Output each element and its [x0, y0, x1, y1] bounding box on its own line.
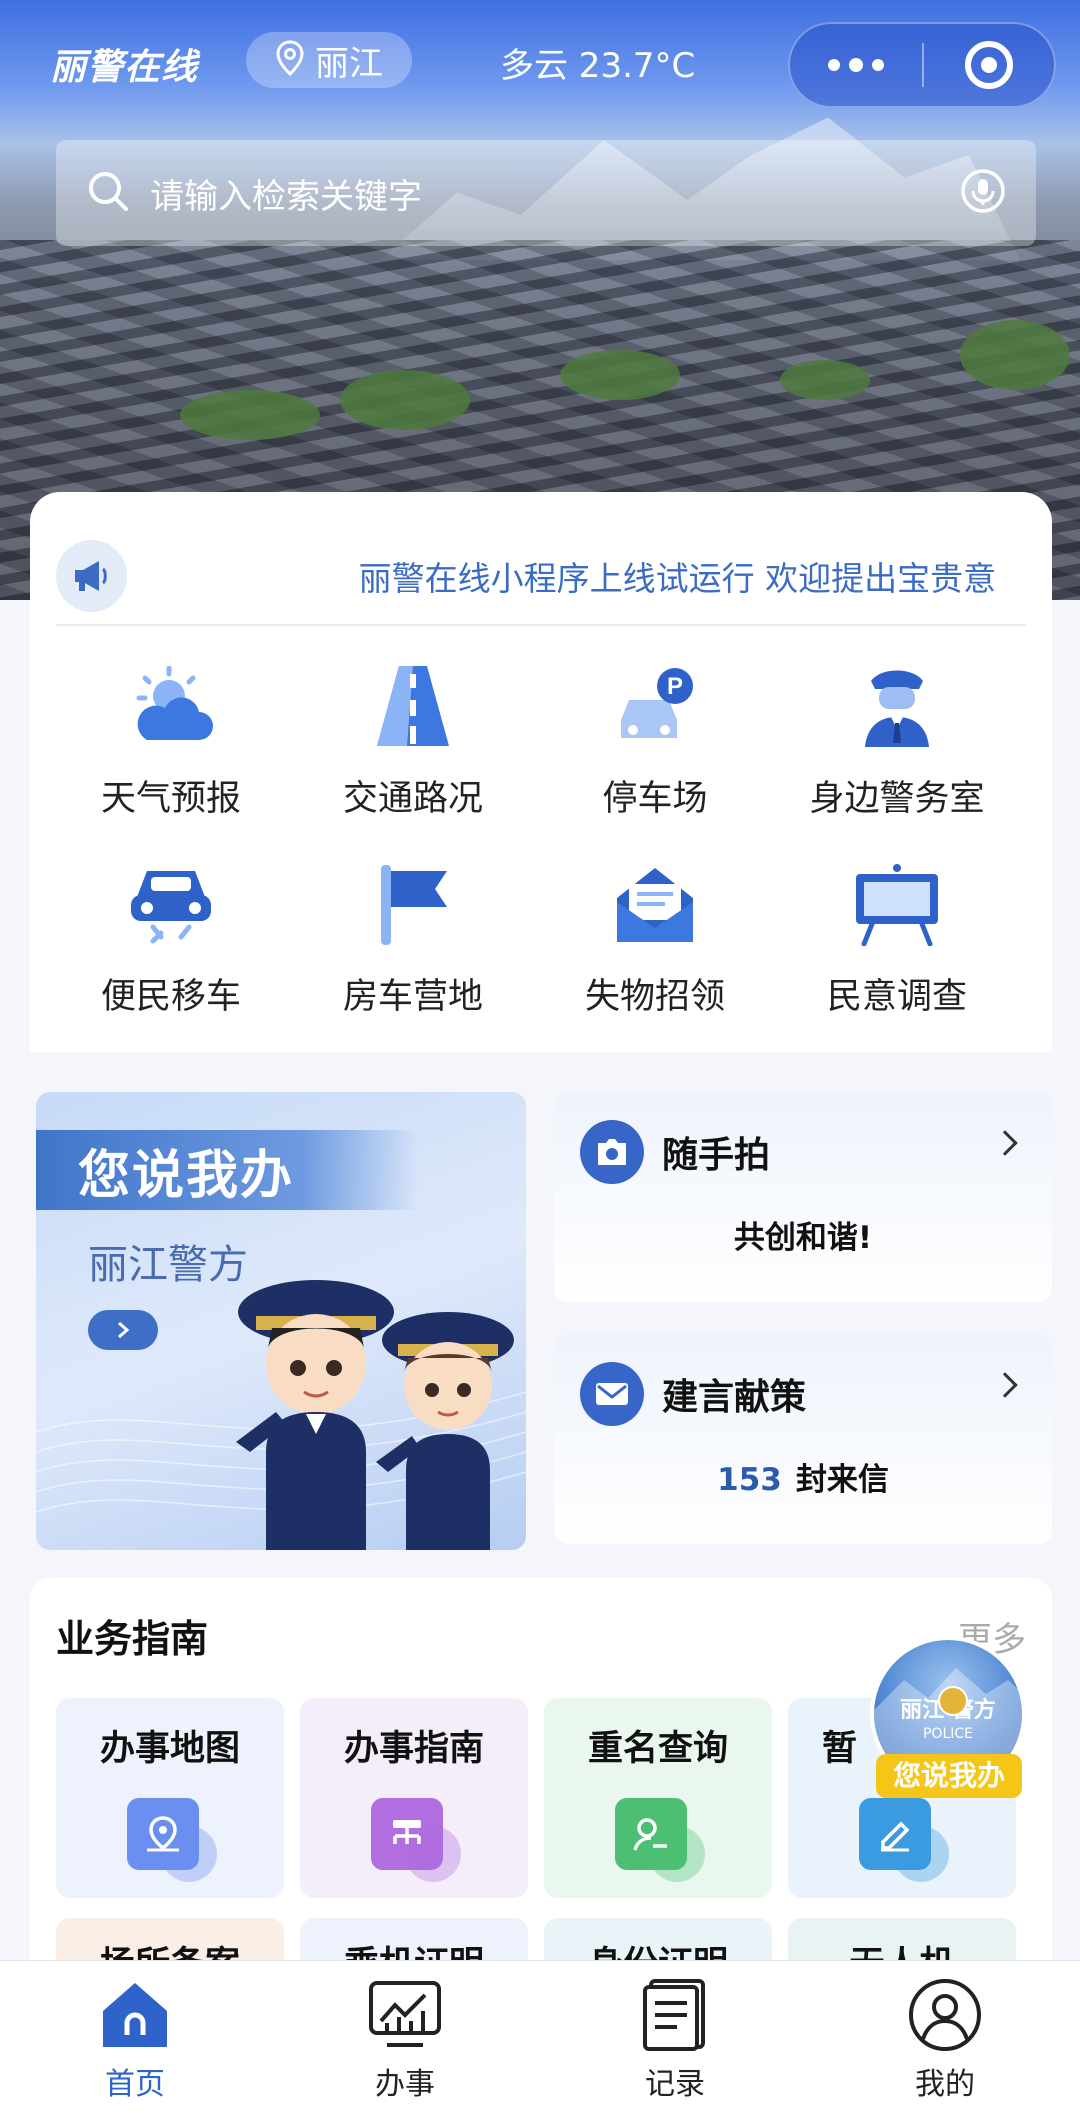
service-label: 房车营地: [342, 977, 483, 1017]
tab-home[interactable]: 首页: [0, 1961, 270, 2117]
car-icon: [125, 858, 217, 950]
guide-card-label: 办事指南: [343, 1729, 484, 1769]
tree-cluster: [560, 350, 680, 400]
search-bar[interactable]: 请输入检索关键字: [56, 140, 1036, 246]
service-label: 交通路况: [342, 779, 483, 819]
suggestion-desc: 153 封来信: [554, 1454, 1052, 1499]
tab-label: 我的: [915, 2067, 975, 2102]
service-rv-camp[interactable]: 房车营地: [292, 850, 534, 1048]
service-label: 民意调查: [826, 977, 967, 1017]
service-lost-found[interactable]: 失物招领: [534, 850, 776, 1048]
guide-card-label: 办事地图: [99, 1729, 240, 1769]
target-icon: [964, 41, 1013, 89]
snapshot-desc: 共创和谐!: [733, 1220, 873, 1256]
service-label: 失物招领: [584, 977, 725, 1017]
tab-label: 办事: [375, 2067, 435, 2102]
service-grid: 天气预报 交通路况 P 停车场 身边警务室 便民移车 房车营地 失物招领 民意调…: [30, 652, 1052, 1048]
close-miniprogram-button[interactable]: [924, 24, 1054, 106]
service-label: 身边警务室: [809, 779, 985, 819]
edit-icon: [859, 1798, 949, 1882]
service-weather[interactable]: 天气预报: [50, 652, 292, 850]
search-input[interactable]: 请输入检索关键字: [150, 169, 960, 218]
road-icon: [367, 660, 459, 752]
notice-text: 丽警在线小程序上线试运行 欢迎提出宝贵意: [358, 559, 997, 598]
svg-text:P: P: [667, 673, 683, 700]
letter-unit: 封来信: [795, 1462, 889, 1498]
dot-icon: [872, 59, 884, 71]
chevron-right-icon: [992, 1372, 1018, 1398]
police-cartoon-illustration: [236, 1280, 514, 1550]
notice-bar[interactable]: 丽警在线小程序上线试运行 欢迎提出宝贵意: [56, 536, 1026, 616]
miniprogram-capsule: [788, 22, 1056, 108]
chevron-right-icon: [118, 1321, 130, 1339]
tree-cluster: [960, 320, 1070, 390]
suggestion-title: 建言献策: [662, 1377, 807, 1418]
tree-cluster: [780, 360, 870, 400]
bottom-tabbar: 首页 办事 记录 我的: [0, 1960, 1080, 2117]
tab-services[interactable]: 办事: [270, 1961, 540, 2117]
hierarchy-icon: [371, 1798, 461, 1882]
dot-icon: [849, 58, 863, 72]
service-parking[interactable]: P 停车场: [534, 652, 776, 850]
banner-title: 您说我办: [78, 1145, 295, 1206]
weather-icon: [125, 660, 217, 752]
section-heading: 业务指南: [56, 1617, 209, 1661]
you-say-we-do-banner[interactable]: 您说我办 丽江警方: [36, 1092, 526, 1550]
snapshot-title: 随手拍: [662, 1135, 771, 1176]
document-icon: [635, 1975, 715, 2055]
flag-icon: [367, 858, 459, 950]
microphone-icon[interactable]: [960, 168, 1006, 218]
tab-label: 首页: [105, 2067, 165, 2102]
parking-icon: P: [609, 660, 701, 752]
tab-records[interactable]: 记录: [540, 1961, 810, 2117]
user-icon: [905, 1975, 985, 2055]
camera-icon: [580, 1120, 644, 1184]
banner-subtitle: 丽江警方: [88, 1242, 248, 1288]
location-pin-icon: [275, 40, 305, 80]
suggestion-card[interactable]: 建言献策 153 封来信: [554, 1334, 1052, 1544]
service-label: 停车场: [602, 779, 708, 819]
location-selector[interactable]: 丽江: [246, 32, 412, 88]
chart-board-icon: [365, 1975, 445, 2055]
home-icon: [95, 1975, 175, 2055]
guide-card-office-map[interactable]: 办事地图: [56, 1698, 284, 1898]
weather-readout: 多云 23.7°C: [500, 46, 696, 86]
floating-feedback-badge[interactable]: 丽江 警方 POLICE 您说我办: [870, 1636, 1030, 1798]
chevron-right-icon: [992, 1130, 1018, 1156]
service-survey[interactable]: 民意调查: [776, 850, 1018, 1048]
tab-label: 记录: [645, 2067, 705, 2102]
app-brand: 丽警在线: [50, 47, 199, 88]
megaphone-icon: [56, 540, 127, 612]
service-traffic[interactable]: 交通路况: [292, 652, 534, 850]
divider: [56, 624, 1026, 626]
dot-icon: [828, 59, 840, 71]
service-move-car[interactable]: 便民移车: [50, 850, 292, 1048]
banner-ribbon: 您说我办: [36, 1130, 418, 1210]
guide-card-label: 重名查询: [587, 1729, 728, 1769]
service-label: 天气预报: [100, 779, 241, 819]
service-police-station[interactable]: 身边警务室: [776, 652, 1018, 850]
tree-cluster: [180, 390, 320, 440]
search-icon: [86, 169, 130, 217]
map-pin-icon: [127, 1798, 217, 1882]
tab-profile[interactable]: 我的: [810, 1961, 1080, 2117]
letter-count: 153: [717, 1462, 782, 1498]
envelope-icon: [580, 1362, 644, 1426]
badge-tag: 您说我办: [876, 1754, 1022, 1798]
more-menu-button[interactable]: [790, 24, 922, 106]
guide-card-name-query[interactable]: 重名查询: [544, 1698, 772, 1898]
person-search-icon: [615, 1798, 705, 1882]
mail-icon: [609, 858, 701, 950]
guide-card-office-guide[interactable]: 办事指南: [300, 1698, 528, 1898]
location-label: 丽江: [315, 43, 383, 84]
snapshot-card[interactable]: 随手拍 共创和谐!: [554, 1092, 1052, 1302]
board-icon: [851, 858, 943, 950]
police-officer-icon: [851, 660, 943, 752]
tree-cluster: [340, 370, 470, 430]
service-card: 丽警在线小程序上线试运行 欢迎提出宝贵意 天气预报 交通路况 P 停车场 身边警…: [30, 492, 1052, 1052]
badge-line2: POLICE: [922, 1726, 973, 1742]
banner-go-button[interactable]: [88, 1310, 158, 1350]
police-emblem-icon: [938, 1686, 968, 1716]
service-label: 便民移车: [100, 977, 241, 1017]
